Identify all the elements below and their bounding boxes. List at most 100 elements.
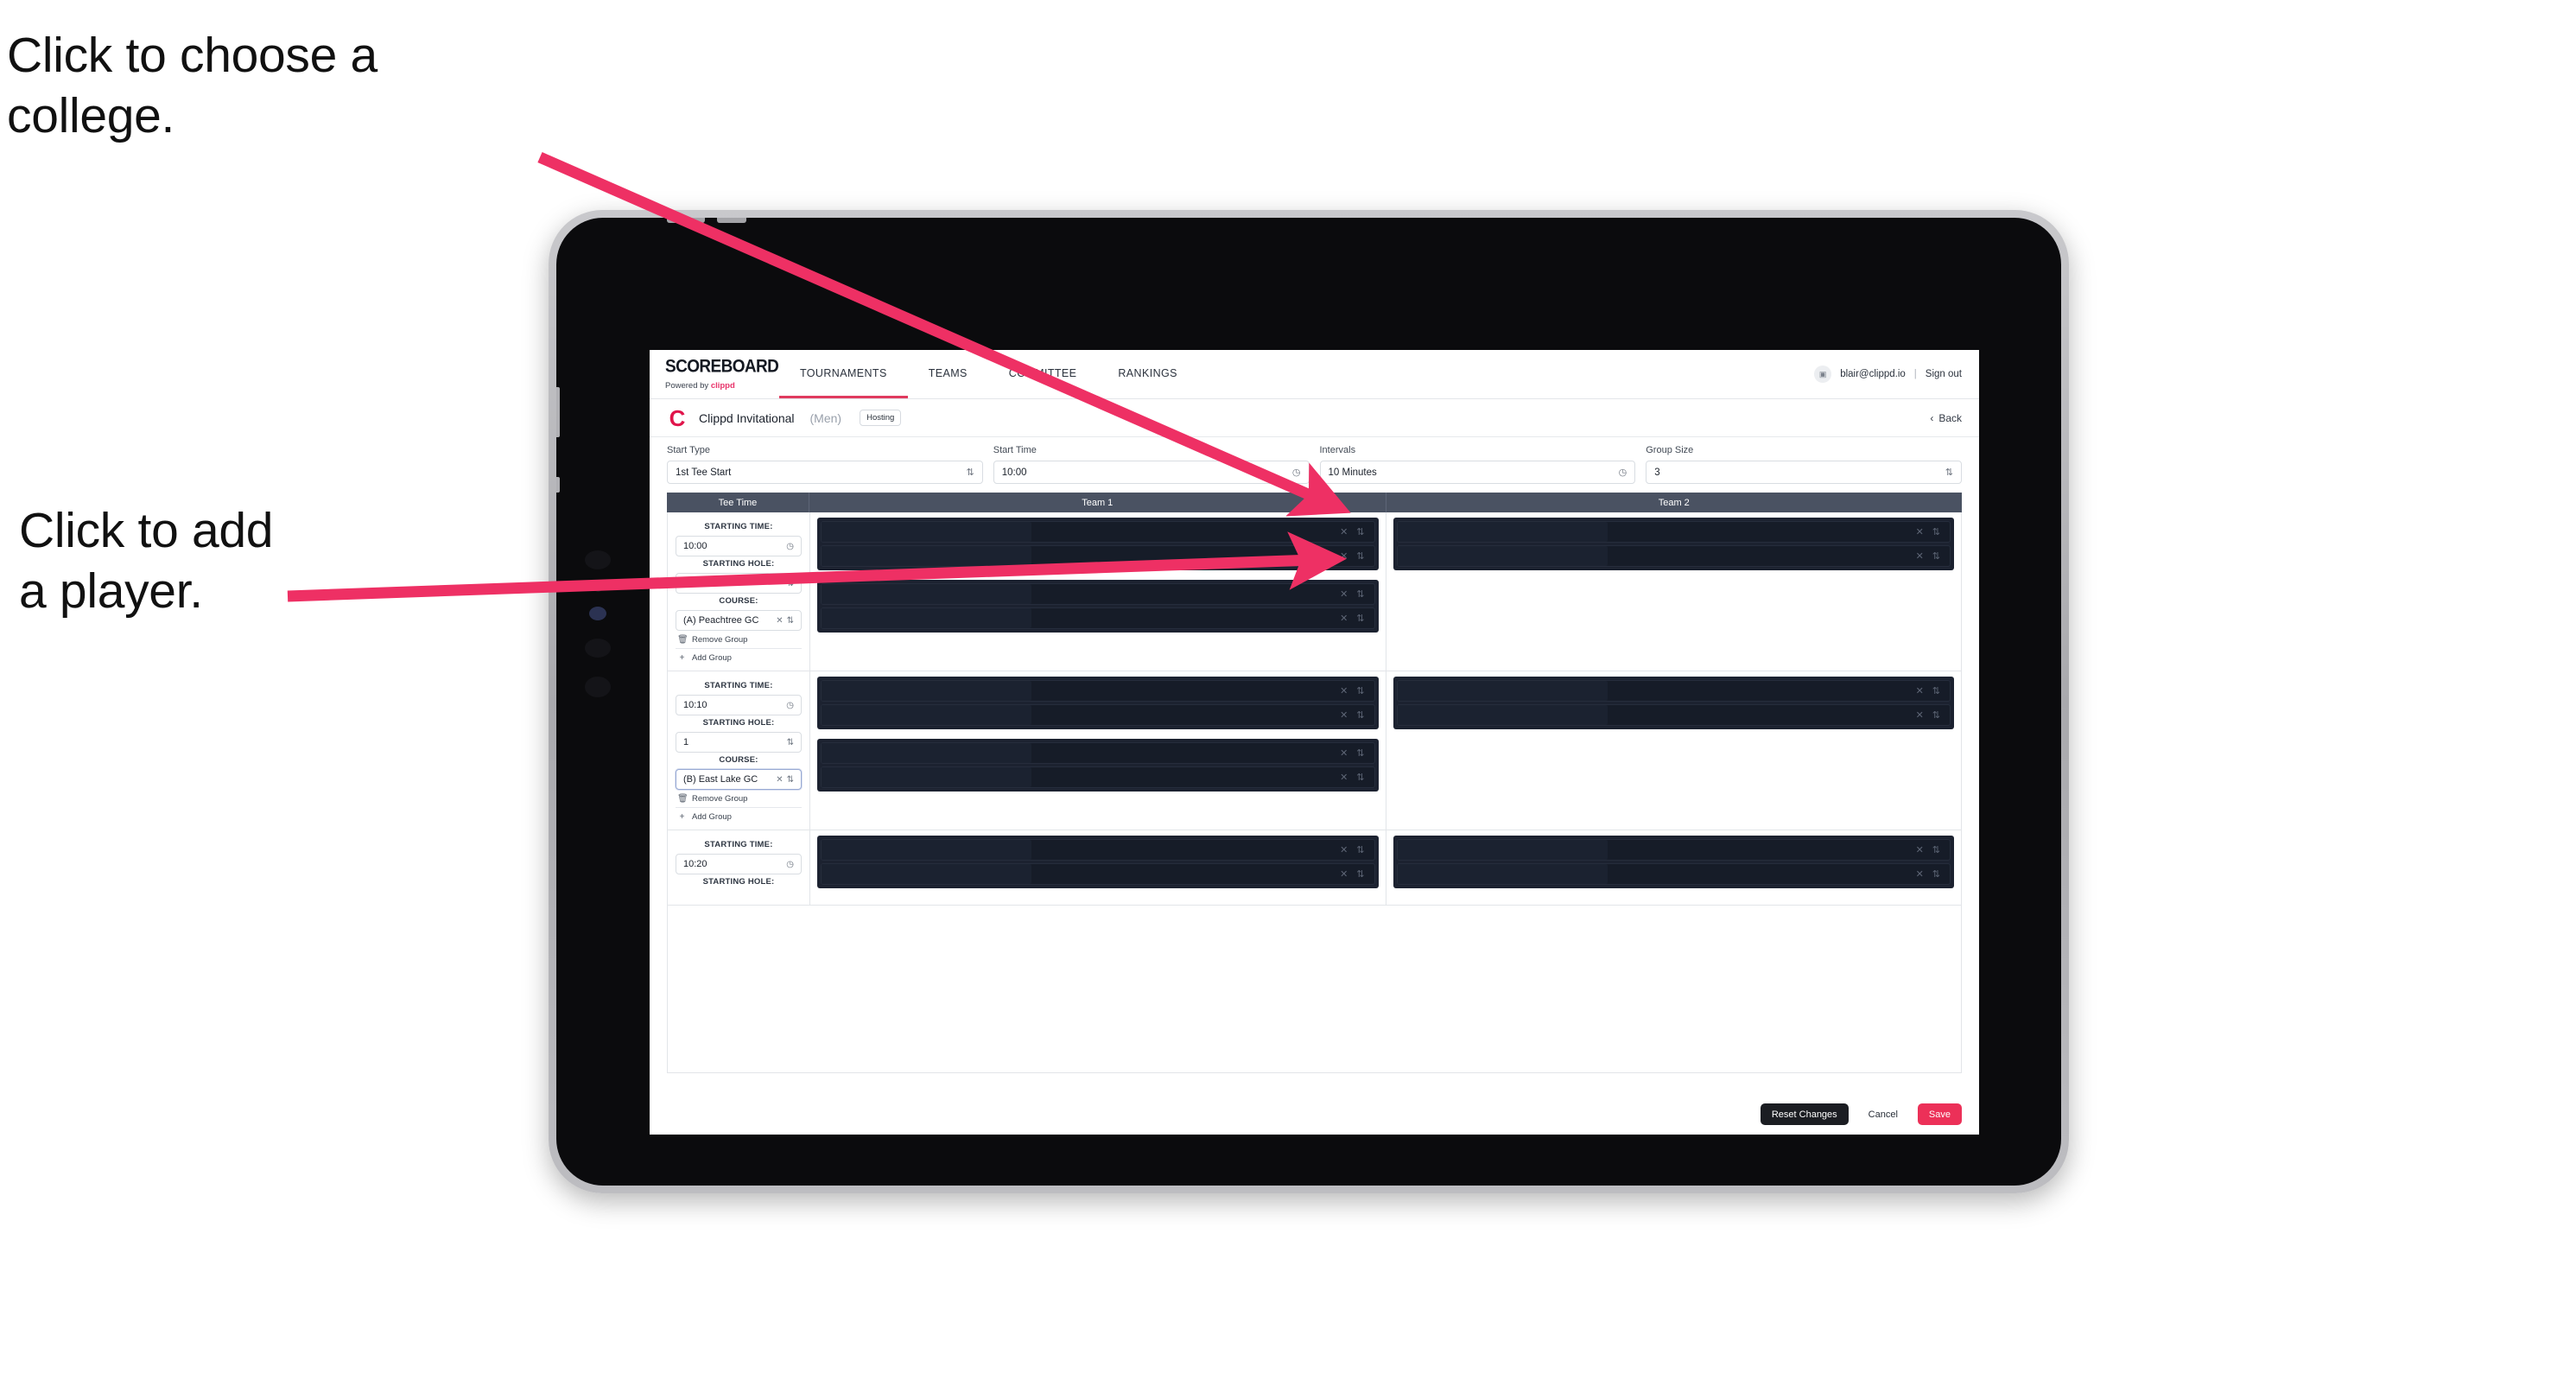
remove-group-link[interactable]: 🗑 Remove Group [676, 790, 802, 807]
stepper-icon[interactable]: ⇅ [1945, 467, 1953, 478]
player-slot-row[interactable]: ✕ ⇅ [821, 863, 1375, 885]
close-x-icon[interactable]: ✕ [1916, 526, 1924, 537]
close-x-icon[interactable]: ✕ [1340, 844, 1348, 855]
close-x-icon[interactable]: ✕ [1340, 772, 1348, 783]
close-x-icon[interactable]: ✕ [776, 775, 783, 785]
player-slot-row[interactable]: ✕ ⇅ [1396, 863, 1951, 885]
user-avatar-icon[interactable]: ▣ [1814, 366, 1832, 383]
player-slot-row[interactable]: ✕ ⇅ [821, 545, 1375, 567]
stepper-icon[interactable]: ⇅ [1932, 709, 1940, 721]
course-select[interactable]: (B) East Lake GC ✕ ⇅ [676, 769, 802, 790]
redacted-player-name [1397, 546, 1608, 566]
stepper-icon[interactable]: ⇅ [967, 467, 974, 478]
column-header-team-2: Team 2 [1658, 497, 1690, 508]
starting-hole-input[interactable]: 1 ⇅ [676, 732, 802, 753]
clock-icon[interactable]: ◷ [1619, 467, 1627, 478]
remove-group-link[interactable]: 🗑 Remove Group [676, 631, 802, 648]
stepper-icon[interactable]: ⇅ [1932, 685, 1940, 696]
player-slot-row[interactable]: ✕ ⇅ [1396, 839, 1951, 861]
redacted-player-name [822, 840, 1031, 860]
stepper-icon[interactable]: ⇅ [1356, 685, 1364, 696]
starting-time-input[interactable]: 10:00 ◷ [676, 536, 802, 556]
nav-tab-rankings[interactable]: RANKINGS [1097, 350, 1198, 398]
stepper-icon[interactable]: ⇅ [1356, 613, 1364, 624]
close-x-icon[interactable]: ✕ [1340, 613, 1348, 624]
brand-logo[interactable]: SCOREBOARD Powered by clippd [650, 350, 779, 398]
close-x-icon[interactable]: ✕ [1340, 550, 1348, 562]
close-x-icon[interactable]: ✕ [776, 616, 783, 626]
starting-time-input[interactable]: 10:20 ◷ [676, 854, 802, 874]
close-x-icon[interactable]: ✕ [1340, 685, 1348, 696]
start-time-input[interactable]: 10:00 ◷ [993, 461, 1310, 484]
redacted-player-name [822, 681, 1031, 701]
tablet-device-frame: SCOREBOARD Powered by clippd TOURNAMENTS… [549, 210, 2069, 1193]
stepper-icon[interactable]: ⇅ [1356, 588, 1364, 600]
player-slot-row[interactable]: ✕ ⇅ [1396, 704, 1951, 726]
stepper-icon[interactable]: ⇅ [787, 616, 794, 626]
column-header-team-1: Team 1 [809, 493, 1386, 512]
player-slot-row[interactable]: ✕ ⇅ [1396, 521, 1951, 543]
stepper-icon[interactable]: ⇅ [1356, 709, 1364, 721]
close-x-icon[interactable]: ✕ [1916, 709, 1924, 721]
stepper-icon[interactable]: ⇅ [787, 738, 794, 747]
player-slot-row[interactable]: ✕ ⇅ [821, 742, 1375, 764]
stepper-icon[interactable]: ⇅ [1356, 844, 1364, 855]
starting-hole-input[interactable]: 1 ⇅ [676, 573, 802, 594]
clock-icon[interactable]: ◷ [786, 701, 794, 710]
player-slot-row[interactable]: ✕ ⇅ [821, 583, 1375, 605]
volume-button[interactable] [717, 218, 746, 223]
nav-tab-committee[interactable]: COMMITTEE [988, 350, 1098, 398]
close-x-icon[interactable]: ✕ [1340, 526, 1348, 537]
player-slot-row[interactable]: ✕ ⇅ [1396, 680, 1951, 702]
cancel-button[interactable]: Cancel [1857, 1103, 1909, 1125]
start-type-select[interactable]: 1st Tee Start ⇅ [667, 461, 983, 484]
player-slot-row[interactable]: ✕ ⇅ [821, 766, 1375, 788]
add-group-link[interactable]: + Add Group [676, 648, 802, 666]
close-x-icon[interactable]: ✕ [1340, 747, 1348, 759]
player-slot-row[interactable]: ✕ ⇅ [821, 704, 1375, 726]
stepper-icon[interactable]: ⇅ [787, 775, 794, 785]
player-slot-row[interactable]: ✕ ⇅ [821, 839, 1375, 861]
screenshot-root: Click to choose a college. Click to add … [0, 0, 2576, 1386]
player-row-controls: ✕ ⇅ [1340, 868, 1374, 880]
intervals-input[interactable]: 10 Minutes ◷ [1319, 461, 1636, 484]
stepper-icon[interactable]: ⇅ [1356, 868, 1364, 880]
clock-icon[interactable]: ◷ [786, 542, 794, 551]
add-group-link[interactable]: + Add Group [676, 807, 802, 825]
player-slot-row[interactable]: ✕ ⇅ [821, 607, 1375, 629]
close-x-icon[interactable]: ✕ [1340, 868, 1348, 880]
pairings-table-body[interactable]: STARTING TIME: 10:00 ◷ STARTING HOLE: 1 ⇅ COUR… [667, 512, 1962, 1073]
player-slot-row[interactable]: ✕ ⇅ [821, 521, 1375, 543]
clock-icon[interactable]: ◷ [786, 860, 794, 869]
player-slot-row[interactable]: ✕ ⇅ [1396, 545, 1951, 567]
stepper-icon[interactable]: ⇅ [1932, 550, 1940, 562]
stepper-icon[interactable]: ⇅ [1932, 868, 1940, 880]
close-x-icon[interactable]: ✕ [1340, 588, 1348, 600]
tournament-gender: (Men) [809, 410, 842, 425]
stepper-icon[interactable]: ⇅ [787, 579, 794, 588]
close-x-icon[interactable]: ✕ [1916, 550, 1924, 562]
back-button[interactable]: ‹ Back [1930, 412, 1962, 424]
nav-tab-tournaments[interactable]: TOURNAMENTS [779, 350, 908, 398]
course-select[interactable]: (A) Peachtree GC ✕ ⇅ [676, 610, 802, 631]
close-x-icon[interactable]: ✕ [1916, 868, 1924, 880]
group-size-select[interactable]: 3 ⇅ [1646, 461, 1962, 484]
close-x-icon[interactable]: ✕ [1916, 844, 1924, 855]
sign-out-link[interactable]: Sign out [1926, 369, 1962, 379]
stepper-icon[interactable]: ⇅ [1932, 844, 1940, 855]
stepper-icon[interactable]: ⇅ [1932, 526, 1940, 537]
save-button[interactable]: Save [1917, 1103, 1962, 1125]
stepper-icon[interactable]: ⇅ [1356, 747, 1364, 759]
reset-changes-button[interactable]: Reset Changes [1760, 1103, 1849, 1125]
clock-icon[interactable]: ◷ [1292, 467, 1301, 478]
nav-tab-teams[interactable]: TEAMS [908, 350, 988, 398]
player-slot-row[interactable]: ✕ ⇅ [821, 680, 1375, 702]
starting-time-input[interactable]: 10:10 ◷ [676, 695, 802, 715]
stepper-icon[interactable]: ⇅ [1356, 772, 1364, 783]
stepper-icon[interactable]: ⇅ [1356, 550, 1364, 562]
close-x-icon[interactable]: ✕ [1916, 685, 1924, 696]
close-x-icon[interactable]: ✕ [1340, 709, 1348, 721]
stepper-icon[interactable]: ⇅ [1356, 526, 1364, 537]
power-button[interactable] [667, 218, 705, 223]
player-row-controls: ✕ ⇅ [1340, 685, 1374, 696]
